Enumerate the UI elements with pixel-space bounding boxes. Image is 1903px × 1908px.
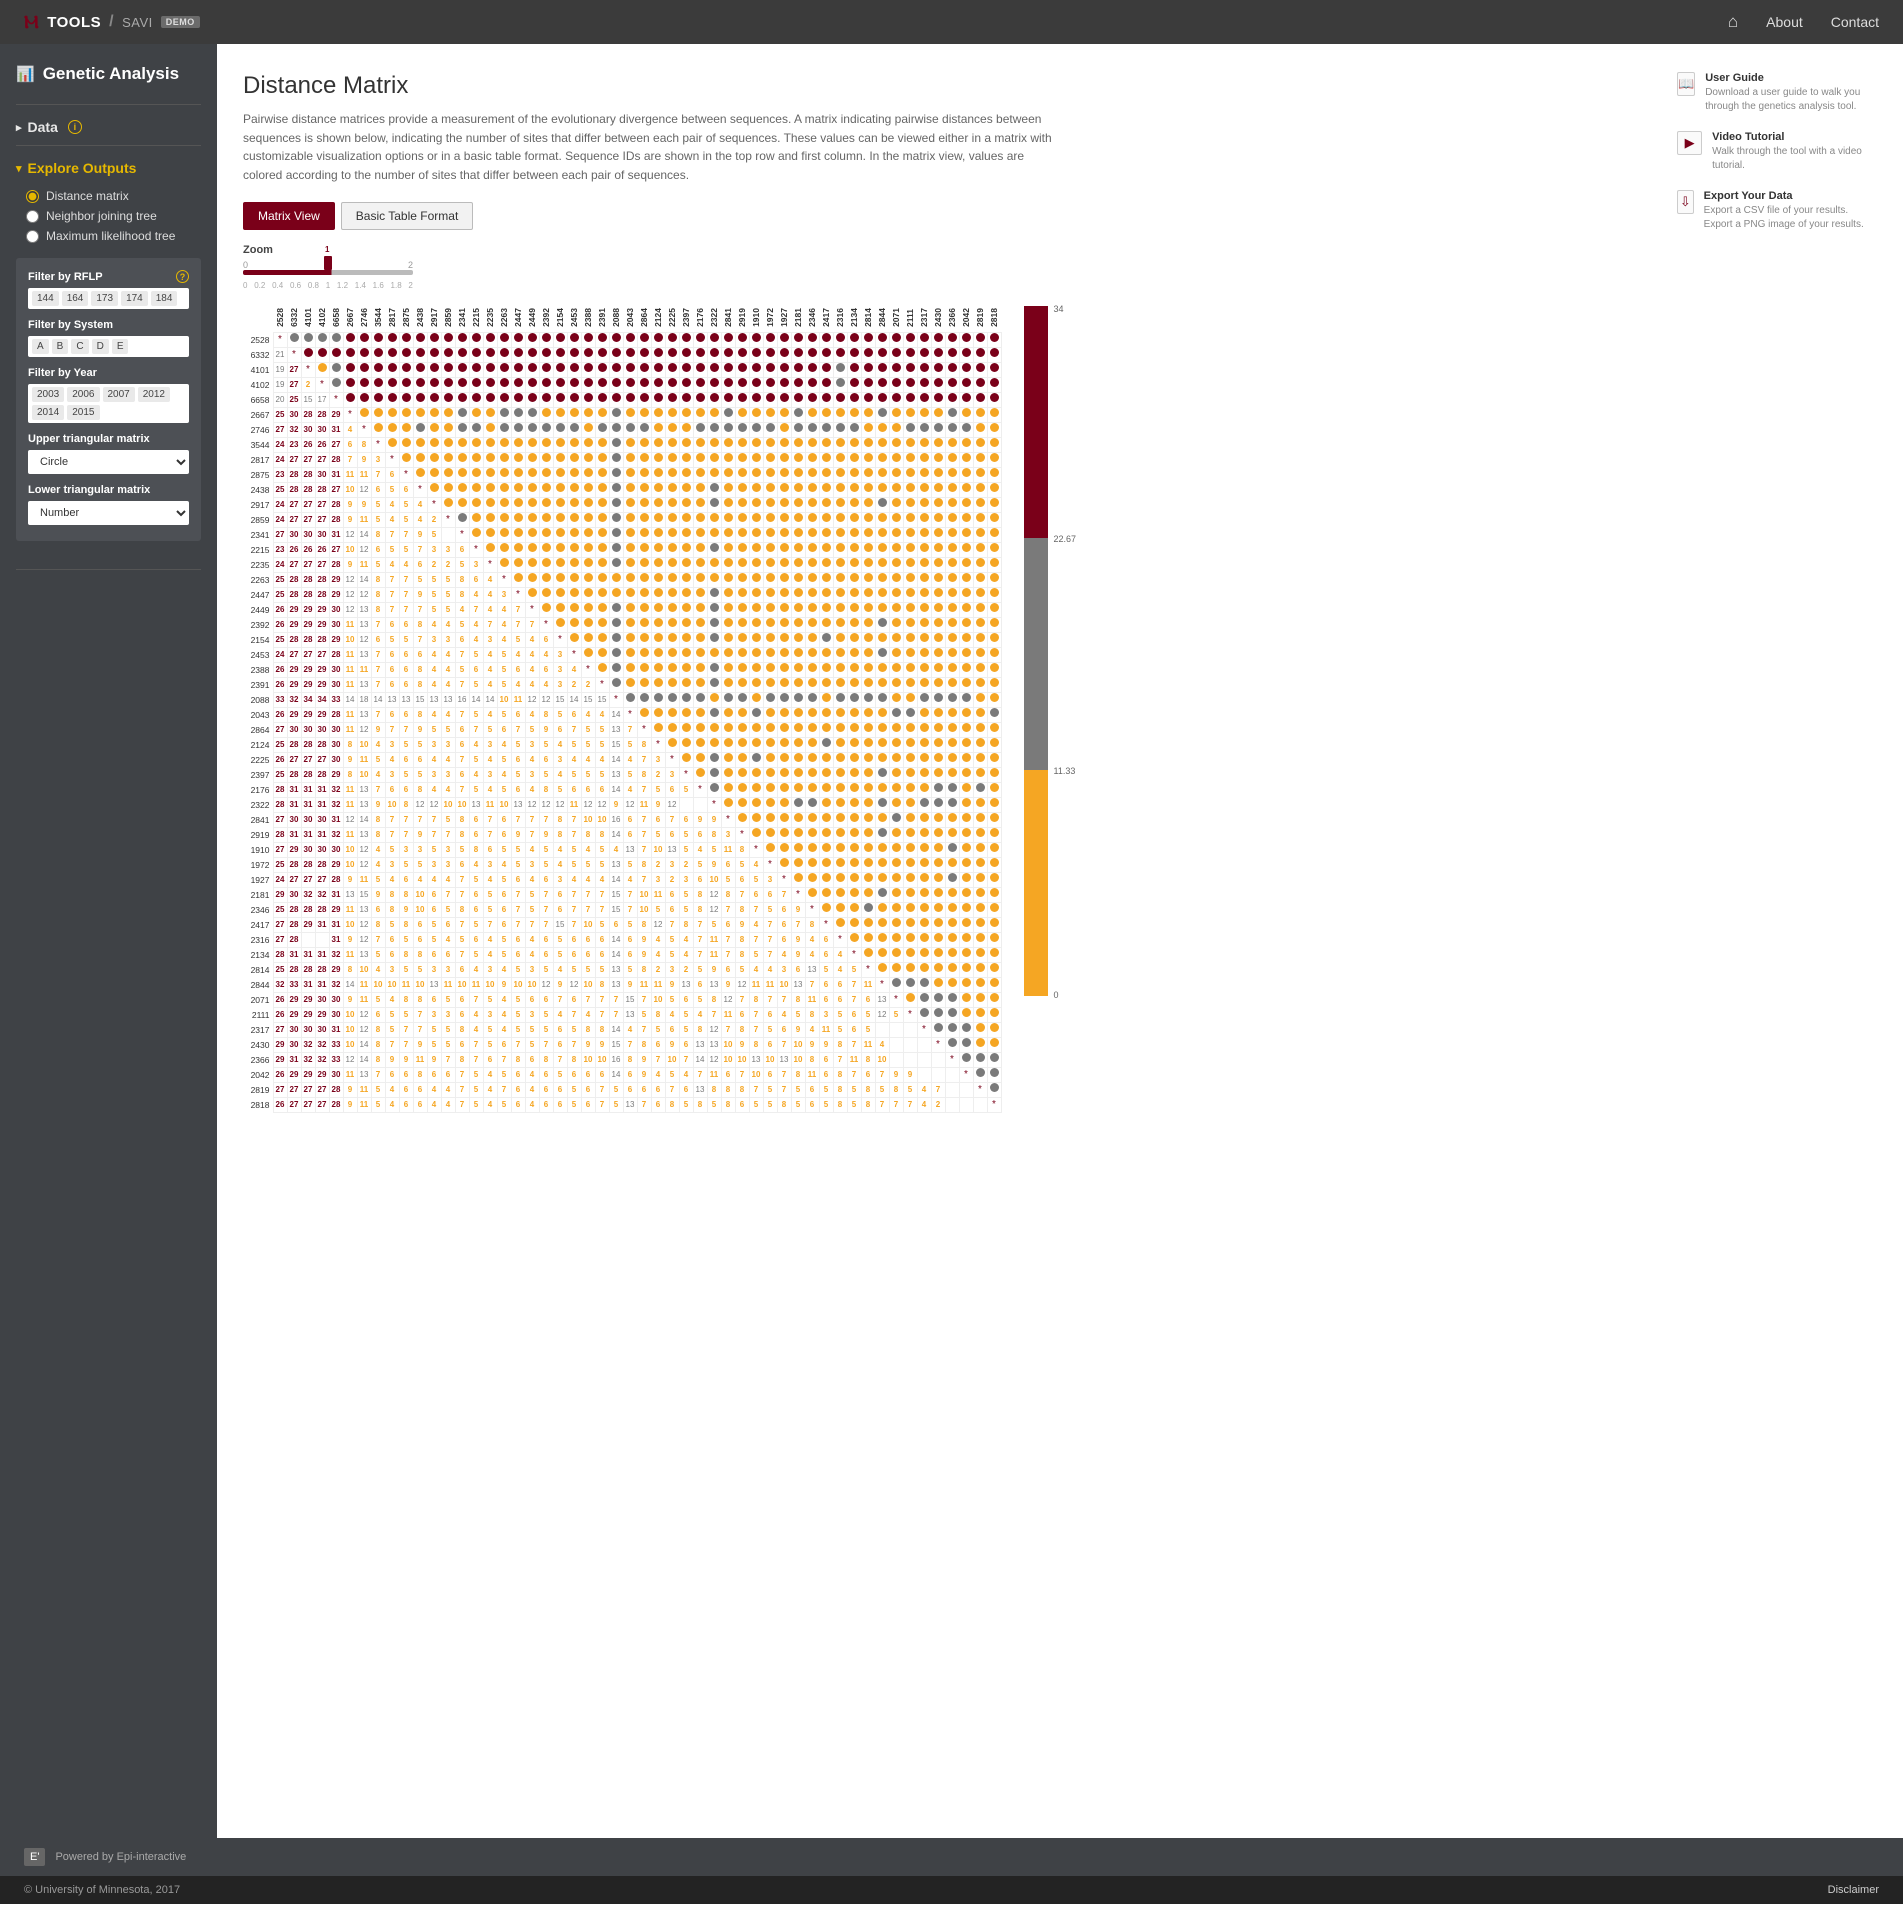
chip[interactable]: 2006	[67, 387, 99, 402]
view-tabs: Matrix View Basic Table Format	[243, 202, 1653, 230]
disclaimer-link[interactable]: Disclaimer	[1828, 1884, 1879, 1896]
chip[interactable]: 2012	[138, 387, 170, 402]
brand-app: SAVI	[122, 15, 153, 30]
chip[interactable]: 2007	[103, 387, 135, 402]
filter-year-label: Filter by Year	[28, 367, 189, 379]
upper-label: Upper triangular matrix	[28, 433, 189, 445]
upper-select[interactable]: Circle	[28, 450, 189, 474]
help-icon: 📖	[1677, 72, 1695, 96]
filter-system-input[interactable]: ABCDE	[28, 336, 189, 357]
distance-matrix[interactable]: 2528633241014102665826672746354428172875…	[243, 306, 1002, 1113]
chip[interactable]: 2014	[32, 405, 64, 420]
data-label: Data	[28, 119, 58, 135]
tab-matrix-view[interactable]: Matrix View	[243, 202, 335, 230]
help-icon[interactable]: ?	[176, 270, 189, 283]
help-item[interactable]: ▶Video TutorialWalk through the tool wit…	[1677, 131, 1877, 172]
sidebar-explore-header[interactable]: ▾ Explore Outputs	[16, 160, 201, 176]
home-icon[interactable]	[1728, 12, 1738, 32]
chip[interactable]: 173	[91, 291, 118, 306]
help-icon: ▶	[1677, 131, 1702, 155]
help-item[interactable]: 📖User GuideDownload a user guide to walk…	[1677, 72, 1877, 113]
filter-rflp-label: Filter by RFLP ?	[28, 270, 189, 283]
lower-label: Lower triangular matrix	[28, 484, 189, 496]
copyright: © University of Minnesota, 2017	[24, 1884, 180, 1896]
filter-system-label: Filter by System	[28, 319, 189, 331]
color-legend: 34 22.67 11.33 0	[1024, 306, 1058, 996]
sidebar-item-1[interactable]: Neighbor joining tree	[16, 206, 201, 226]
help-column: 📖User GuideDownload a user guide to walk…	[1677, 72, 1877, 249]
top-nav: About Contact	[1728, 12, 1879, 32]
sidebar-item-2[interactable]: Maximum likelihood tree	[16, 226, 201, 246]
filter-panel: Filter by RFLP ? 144164173174184 Filter …	[16, 258, 201, 541]
chip[interactable]: 2015	[67, 405, 99, 420]
info-icon[interactable]: i	[68, 120, 82, 134]
chip[interactable]: 174	[121, 291, 148, 306]
chip[interactable]: 144	[32, 291, 59, 306]
explore-label: Explore Outputs	[28, 160, 137, 176]
logo-icon: Ⲙ	[24, 12, 39, 33]
page-title: Distance Matrix	[243, 72, 1653, 100]
chip[interactable]: 164	[62, 291, 89, 306]
brand-tools: TOOLS	[47, 14, 101, 31]
chip[interactable]: 2003	[32, 387, 64, 402]
zoom-label: Zoom	[243, 244, 1653, 256]
help-item[interactable]: ⇩Export Your DataExport a CSV file of yo…	[1677, 190, 1877, 231]
nav-about[interactable]: About	[1766, 14, 1803, 30]
chip[interactable]: D	[92, 339, 109, 354]
zoom-slider[interactable]: 02 1 00.20.40.60.811.21.41.61.82	[243, 260, 413, 290]
chip[interactable]: E	[112, 339, 129, 354]
help-icon: ⇩	[1677, 190, 1694, 214]
sidebar: Genetic Analysis ▸ Data i ▾ Explore Outp…	[0, 44, 217, 1838]
nav-contact[interactable]: Contact	[1831, 14, 1879, 30]
lower-select[interactable]: Number	[28, 501, 189, 525]
epi-logo: E'	[24, 1848, 45, 1866]
brand: Ⲙ TOOLS / SAVI DEMO	[24, 12, 200, 33]
powered-by: Powered by Epi-interactive	[55, 1851, 186, 1863]
page-intro: Pairwise distance matrices provide a mea…	[243, 110, 1063, 184]
sidebar-title: Genetic Analysis	[16, 64, 201, 84]
sidebar-item-0[interactable]: Distance matrix	[16, 186, 201, 206]
chip[interactable]: C	[71, 339, 88, 354]
filter-year-input[interactable]: 20032006 20072012 20142015	[28, 384, 189, 423]
filter-rflp-input[interactable]: 144164173174184	[28, 288, 189, 309]
zoom-handle[interactable]: 1	[324, 256, 332, 270]
demo-badge: DEMO	[161, 16, 200, 28]
sidebar-data-header[interactable]: ▸ Data i	[16, 119, 201, 135]
chip[interactable]: B	[52, 339, 69, 354]
tab-basic-table[interactable]: Basic Table Format	[341, 202, 474, 230]
chip[interactable]: A	[32, 339, 49, 354]
chip[interactable]: 184	[151, 291, 178, 306]
